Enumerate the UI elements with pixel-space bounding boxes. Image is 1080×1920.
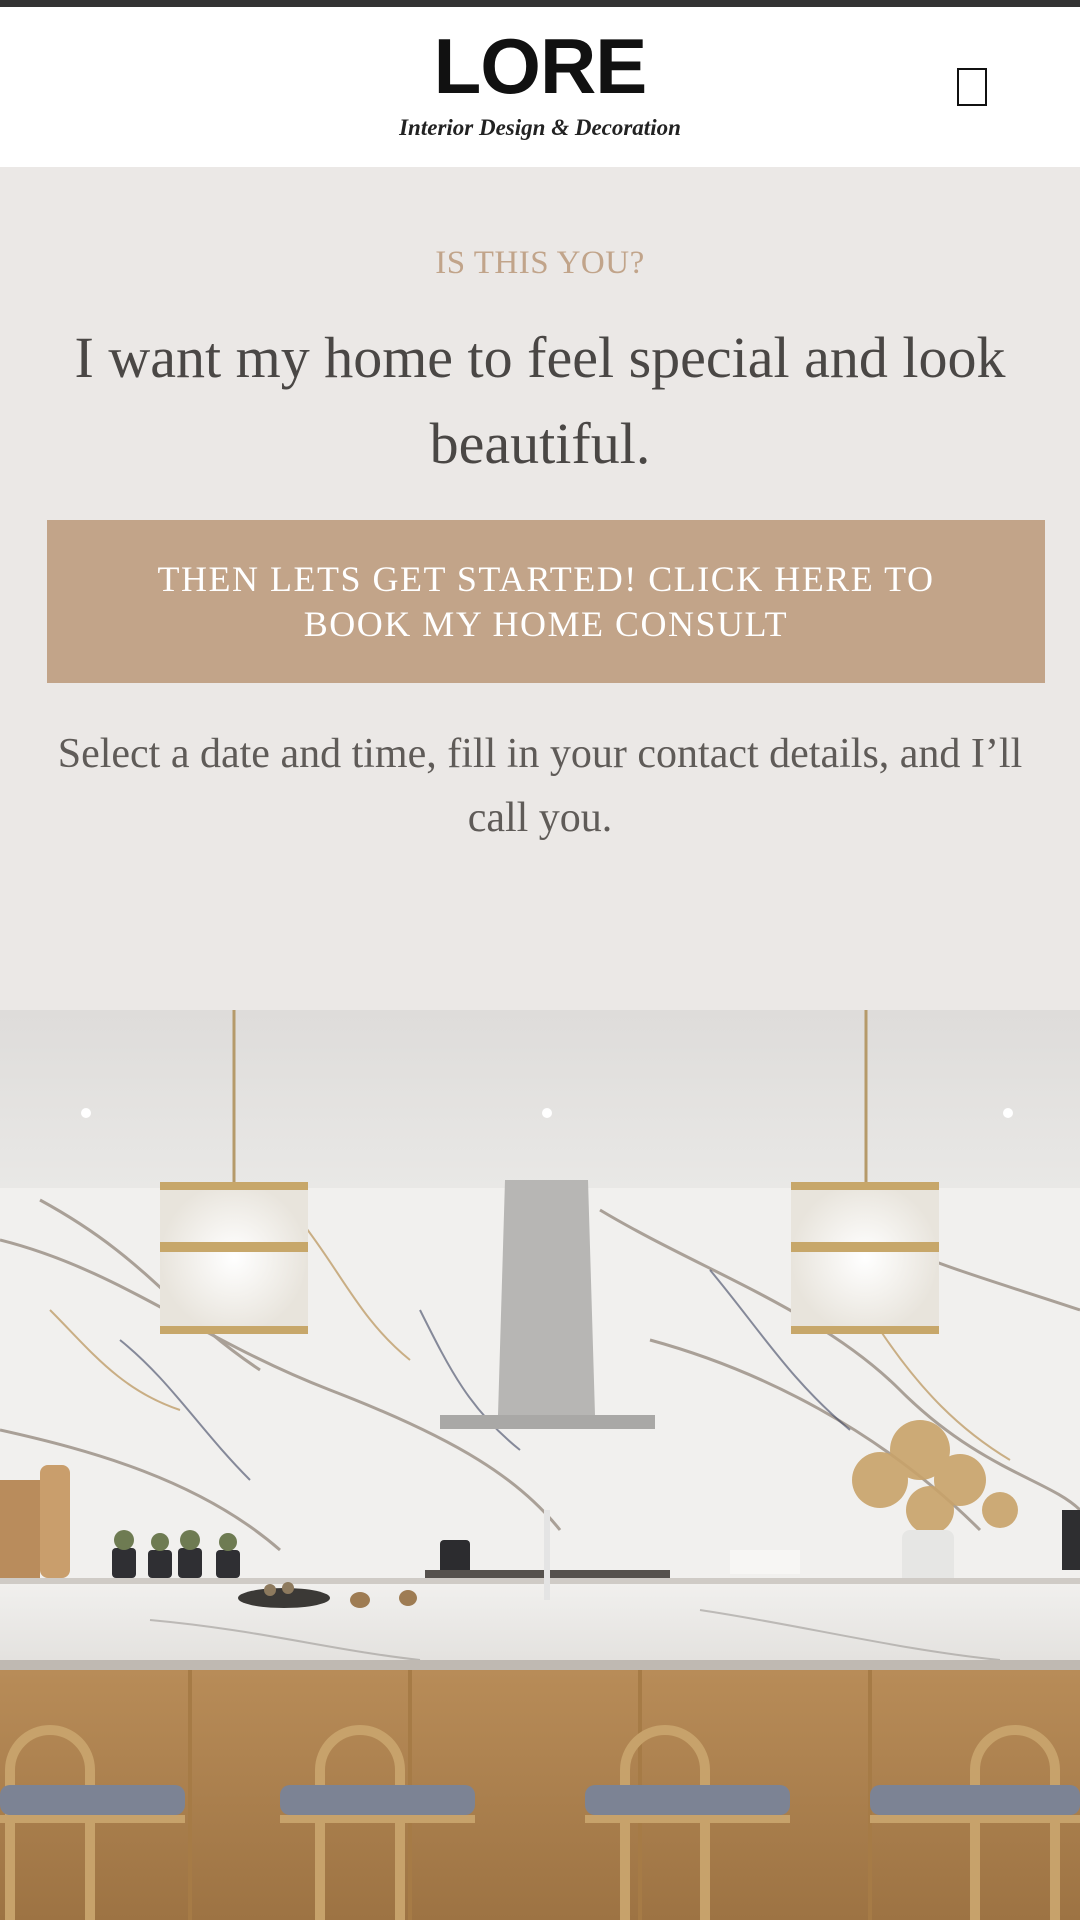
kitchen-photo — [0, 1010, 1080, 1920]
hero-section: IS THIS YOU? I want my home to feel spec… — [0, 167, 1080, 1010]
hero-subtext: Select a date and time, fill in your con… — [57, 731, 1023, 841]
site-header: LORE Interior Design & Decoration — [0, 7, 1080, 167]
book-consult-button[interactable]: THEN LETS GET STARTED! CLICK HERE TO BOO… — [47, 520, 1045, 683]
hero-eyebrow: IS THIS YOU? — [435, 245, 645, 281]
top-border — [0, 0, 1080, 7]
kitchen-illustration — [0, 1010, 1080, 1920]
menu-button[interactable] — [957, 68, 987, 106]
logo-title[interactable]: LORE — [0, 27, 1080, 105]
logo-subtitle: Interior Design & Decoration — [399, 115, 681, 140]
hero-headline: I want my home to feel special and look … — [74, 325, 1006, 476]
